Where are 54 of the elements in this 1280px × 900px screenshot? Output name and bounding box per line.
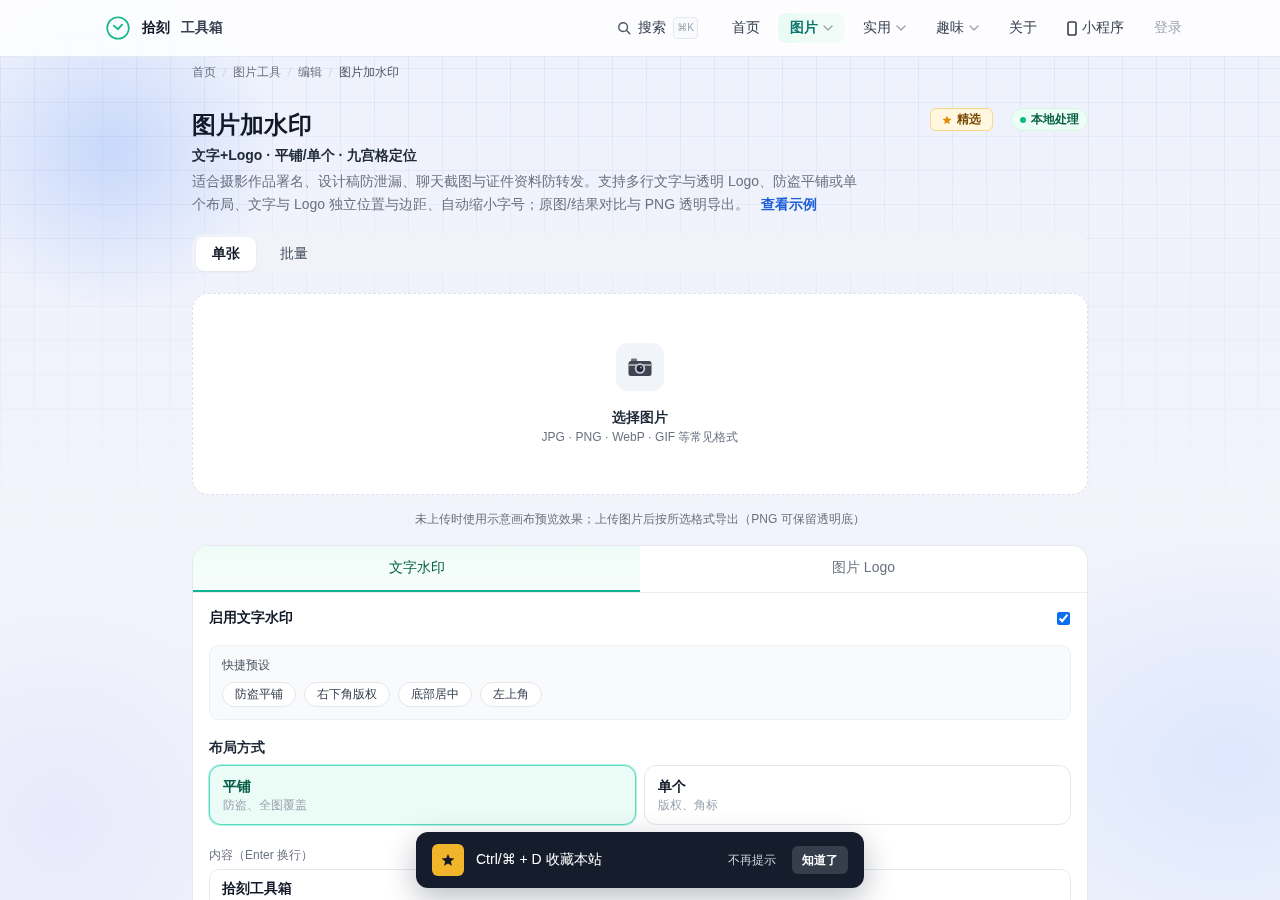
shortcut-hint: ⌘K — [673, 17, 698, 39]
panel-tab[interactable]: 文字水印 — [193, 546, 640, 592]
preset-chip[interactable]: 底部居中 — [398, 682, 472, 707]
option-subtitle: 版权、角标 — [658, 797, 718, 814]
camera-icon — [616, 342, 664, 391]
search-button[interactable]: 搜索 ⌘K — [605, 13, 710, 43]
example-link[interactable]: 查看示例 — [760, 196, 817, 212]
enable-checkbox[interactable] — [1057, 611, 1070, 625]
page-subtitle: 文字+Logo · 平铺/单个 · 九宫格定位 — [192, 146, 418, 165]
dot-icon — [1020, 116, 1026, 123]
confirm-button[interactable]: 知道了 — [792, 846, 848, 874]
option-title: 单个 — [658, 777, 686, 796]
brand-name[interactable]: 拾刻 — [142, 19, 170, 37]
status-badge: 本地处理 — [1011, 108, 1088, 131]
preset-chip[interactable]: 左上角 — [480, 682, 542, 707]
page-title: 图片加水印 — [192, 110, 312, 140]
breadcrumb-link[interactable]: 首页 — [192, 63, 216, 81]
upload-dropzone[interactable]: 选择图片 JPG · PNG · WebP · GIF 等常见格式 — [192, 293, 1088, 495]
enable-label: 启用文字水印 — [209, 609, 293, 627]
option-title: 平铺 — [223, 777, 251, 796]
preset-chip[interactable]: 右下角版权 — [304, 682, 390, 707]
layout-option[interactable]: 平铺 防盗、全图覆盖 — [209, 765, 636, 825]
breadcrumb-link[interactable]: 编辑 — [298, 63, 322, 81]
preset-label: 快捷预设 — [222, 657, 270, 674]
mode-tab[interactable]: 单张 — [196, 237, 256, 271]
page-description: 适合摄影作品署名、设计稿防泄漏、聊天截图与证件资料防转发。支持多行文字与透明 Logo、防盗平铺或单个布局、文字与 Logo 独立位置与边距、自动缩小字号；原图/结果对比与 PNG 透明导出。 查看示例 — [192, 172, 859, 214]
nav-item[interactable]: 图片 — [778, 13, 845, 43]
preview-note: 未上传时使用示意画布预览效果；上传图片后按所选格式导出（PNG 可保留透明底） — [415, 511, 865, 527]
chevron-down-icon — [969, 25, 979, 31]
content-label: 内容（Enter 换行） — [209, 847, 313, 864]
nav-item[interactable]: 趣味 — [924, 13, 991, 43]
option-subtitle: 防盗、全图覆盖 — [223, 797, 307, 814]
nav-item[interactable]: 实用 — [851, 13, 918, 43]
dismiss-button[interactable]: 不再提示 — [728, 851, 776, 869]
nav-item[interactable]: 小程序 — [1055, 13, 1136, 43]
chevron-down-icon — [823, 25, 833, 31]
toast-message: Ctrl/⌘ + D 收藏本站 — [476, 851, 602, 869]
upload-hint: JPG · PNG · WebP · GIF 等常见格式 — [541, 428, 739, 446]
nav-item[interactable]: 首页 — [720, 13, 772, 43]
mode-tab[interactable]: 批量 — [264, 237, 324, 271]
clock-icon — [106, 16, 130, 40]
featured-badge: 精选 — [930, 108, 993, 131]
preset-chip[interactable]: 防盗平铺 — [222, 682, 296, 707]
brand-subtitle: 工具箱 — [181, 19, 223, 37]
layout-option[interactable]: 单个 版权、角标 — [644, 765, 1071, 825]
search-icon — [617, 21, 632, 35]
layout-label: 布局方式 — [209, 738, 265, 757]
breadcrumb-current: 图片加水印 — [339, 64, 399, 81]
phone-icon — [1067, 20, 1077, 36]
nav-item[interactable]: 关于 — [997, 13, 1049, 43]
chevron-down-icon — [896, 25, 906, 31]
upload-title: 选择图片 — [612, 407, 668, 427]
breadcrumb-link[interactable]: 图片工具 — [233, 63, 281, 81]
star-icon — [942, 114, 952, 125]
